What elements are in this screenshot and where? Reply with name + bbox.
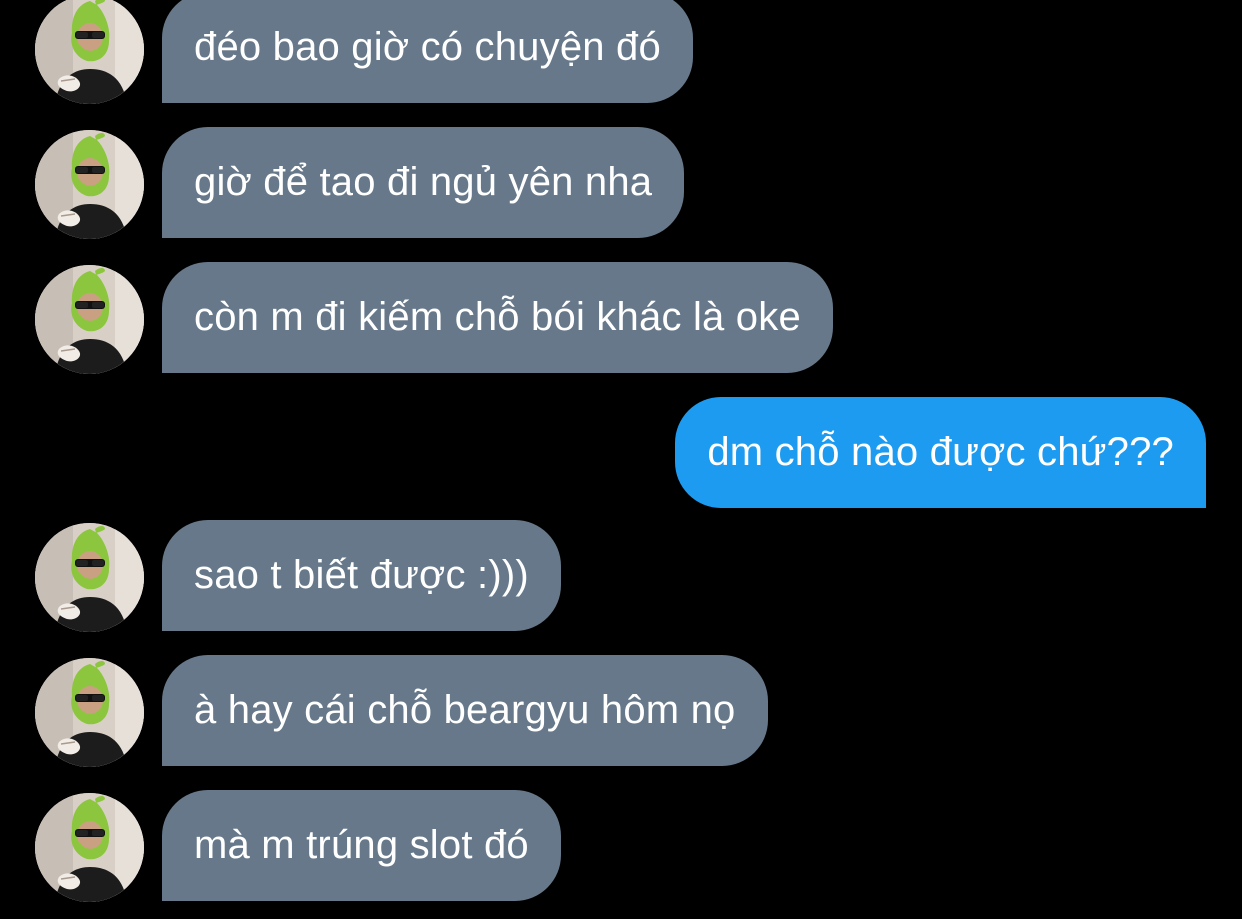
avatar-green-hood-sunglasses-icon (35, 523, 144, 632)
message-bubble-incoming[interactable]: còn m đi kiếm chỗ bói khác là oke (162, 262, 833, 373)
message-row-outgoing: dm chỗ nào được chứ??? (0, 397, 1242, 508)
message-row-incoming: giờ để tao đi ngủ yên nha (0, 127, 1242, 239)
avatar-green-hood-sunglasses-icon (35, 265, 144, 374)
message-row-incoming: còn m đi kiếm chỗ bói khác là oke (0, 262, 1242, 374)
message-bubble-incoming[interactable]: sao t biết được :))) (162, 520, 561, 631)
message-row-incoming: sao t biết được :))) (0, 520, 1242, 632)
avatar[interactable] (35, 130, 144, 239)
avatar[interactable] (35, 658, 144, 767)
message-row-incoming: đéo bao giờ có chuyện đó (0, 0, 1242, 104)
avatar[interactable] (35, 265, 144, 374)
message-bubble-incoming[interactable]: à hay cái chỗ beargyu hôm nọ (162, 655, 768, 766)
message-bubble-incoming[interactable]: giờ để tao đi ngủ yên nha (162, 127, 685, 238)
message-row-incoming: mà m trúng slot đó (0, 790, 1242, 902)
avatar-green-hood-sunglasses-icon (35, 0, 144, 104)
avatar[interactable] (35, 523, 144, 632)
message-bubble-incoming[interactable]: đéo bao giờ có chuyện đó (162, 0, 693, 103)
message-bubble-incoming[interactable]: mà m trúng slot đó (162, 790, 561, 901)
message-bubble-outgoing[interactable]: dm chỗ nào được chứ??? (675, 397, 1206, 508)
avatar[interactable] (35, 0, 144, 104)
avatar-green-hood-sunglasses-icon (35, 658, 144, 767)
avatar-green-hood-sunglasses-icon (35, 130, 144, 239)
avatar[interactable] (35, 793, 144, 902)
message-row-incoming: à hay cái chỗ beargyu hôm nọ (0, 655, 1242, 767)
message-thread[interactable]: đéo bao giờ có chuyện đó giờ để tao đi n… (0, 0, 1242, 919)
avatar-green-hood-sunglasses-icon (35, 793, 144, 902)
